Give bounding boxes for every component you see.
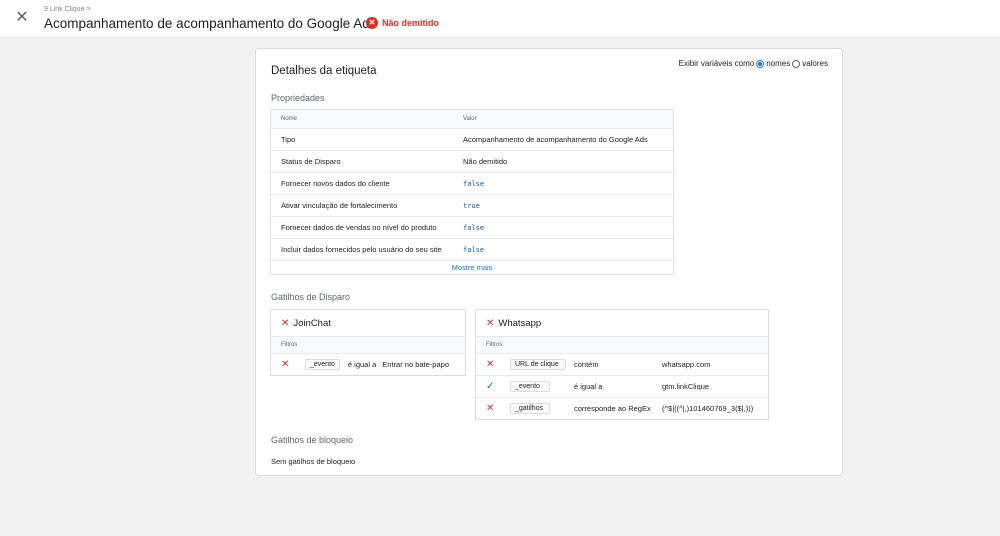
- check-icon: ✓: [486, 381, 495, 392]
- property-value: true: [463, 201, 480, 210]
- card-title: Detalhes da etiqueta: [271, 65, 377, 77]
- trigger-header: ✕ JoinChat: [271, 310, 465, 336]
- close-icon: ✕: [281, 359, 290, 370]
- filter-operator: corresponde ao RegEx: [574, 404, 651, 413]
- table-row: Fornecer dados de vendas no nível do pro…: [271, 216, 673, 238]
- filters-label: Filtros: [271, 336, 465, 353]
- filter-row: ✓ _evento é igual a gtm.linkClique: [476, 375, 768, 397]
- property-value: false: [463, 223, 485, 232]
- close-icon[interactable]: ✕: [14, 10, 30, 26]
- table-row: Incluir dados fornecidos pelo usuário do…: [271, 238, 673, 260]
- blocking-triggers-value: Sem gatilhos de bloqueio: [271, 457, 356, 466]
- table-row: Status de Disparo Não demitido: [271, 150, 673, 172]
- toggle-label: Exibir variáveis como: [678, 59, 755, 68]
- property-name: Incluir dados fornecidos pelo usuário do…: [281, 245, 442, 254]
- error-icon: ✕: [366, 17, 378, 29]
- close-icon: ✕: [281, 317, 290, 329]
- show-more-link[interactable]: Mostre mais: [271, 260, 673, 274]
- variable-display-toggle: Exibir variáveis como nomes valores: [679, 59, 828, 68]
- table-row: Tipo Acompanhamento de acompanhamento do…: [271, 128, 673, 150]
- property-name: Ativar vinculação de fortalecimento: [281, 201, 398, 210]
- variable-chip: URL de clique: [510, 359, 566, 370]
- close-icon: ✕: [486, 317, 495, 329]
- page-title: Acompanhamento de acompanhamento do Goog…: [44, 16, 377, 31]
- property-value: Não demitido: [463, 157, 508, 166]
- filter-row: ✕ URL de clique contém whatsapp.com: [476, 353, 768, 375]
- filter-operator: contém: [574, 360, 599, 369]
- column-header-value: Valor: [463, 116, 477, 122]
- property-name: Fornecer dados de vendas no nível do pro…: [281, 223, 437, 232]
- filter-value: gtm.linkClique: [662, 382, 710, 391]
- blocking-triggers-label: Gatilhos de bloqueio: [271, 435, 354, 445]
- status-text: Não demitido: [382, 18, 440, 28]
- table-header: Nome Valor: [271, 110, 673, 128]
- variable-chip: _gatilhos: [510, 403, 550, 414]
- trigger-name: JoinChat: [293, 317, 331, 329]
- radio-names[interactable]: [756, 59, 765, 68]
- tag-details-card: Detalhes da etiqueta Exibir variáveis co…: [255, 48, 843, 476]
- radio-values[interactable]: [792, 59, 801, 68]
- trigger-card-whatsapp[interactable]: ✕ Whatsapp Filtros ✕ URL de clique conté…: [475, 309, 769, 420]
- filter-value: whatsapp.com: [662, 360, 711, 369]
- filter-operator: é igual a: [347, 360, 377, 369]
- property-value: false: [463, 179, 485, 188]
- status-badge: ✕ Não demitido: [366, 17, 439, 29]
- table-row: Ativar vinculação de fortalecimento true: [271, 194, 673, 216]
- property-name: Tipo: [281, 135, 296, 144]
- variable-chip: _evento: [510, 381, 550, 392]
- property-name: Status de Disparo: [281, 157, 341, 166]
- trigger-card-joinchat[interactable]: ✕ JoinChat Filtros ✕ _evento é igual a E…: [270, 309, 466, 376]
- triggers-label: Gatilhos de Disparo: [271, 292, 351, 302]
- variable-chip: _evento: [305, 359, 340, 370]
- column-header-name: Nome: [281, 116, 298, 122]
- top-bar: ✕ 9 Link Clique > Acompanhamento de acom…: [0, 0, 1000, 38]
- radio-names-label[interactable]: nomes: [766, 59, 790, 68]
- filter-row: ✕ _gatilhos corresponde ao RegEx (^$|((^…: [476, 397, 768, 419]
- close-icon: ✕: [486, 359, 495, 370]
- filter-value: Entrar no bate-papo: [382, 360, 449, 369]
- property-name: Fornecer novos dados do cliente: [281, 179, 390, 188]
- filter-value: (^$|((^|,)101460769_3($|,))): [662, 404, 754, 413]
- radio-values-label[interactable]: valores: [802, 59, 828, 68]
- filters-label: Filtros: [476, 336, 768, 353]
- property-value: Acompanhamento de acompanhamento do Goog…: [463, 135, 648, 144]
- trigger-name: Whatsapp: [498, 317, 542, 329]
- properties-label: Propriedades: [271, 93, 325, 103]
- property-value: false: [463, 245, 485, 254]
- close-icon: ✕: [486, 403, 495, 414]
- properties-table: Nome Valor Tipo Acompanhamento de acompa…: [270, 109, 674, 275]
- filter-operator: é igual a: [574, 382, 603, 391]
- table-row: Fornecer novos dados do cliente false: [271, 172, 673, 194]
- breadcrumb[interactable]: 9 Link Clique >: [44, 6, 91, 13]
- trigger-header: ✕ Whatsapp: [476, 310, 768, 336]
- filter-row: ✕ _evento é igual a Entrar no bate-papo: [271, 353, 465, 375]
